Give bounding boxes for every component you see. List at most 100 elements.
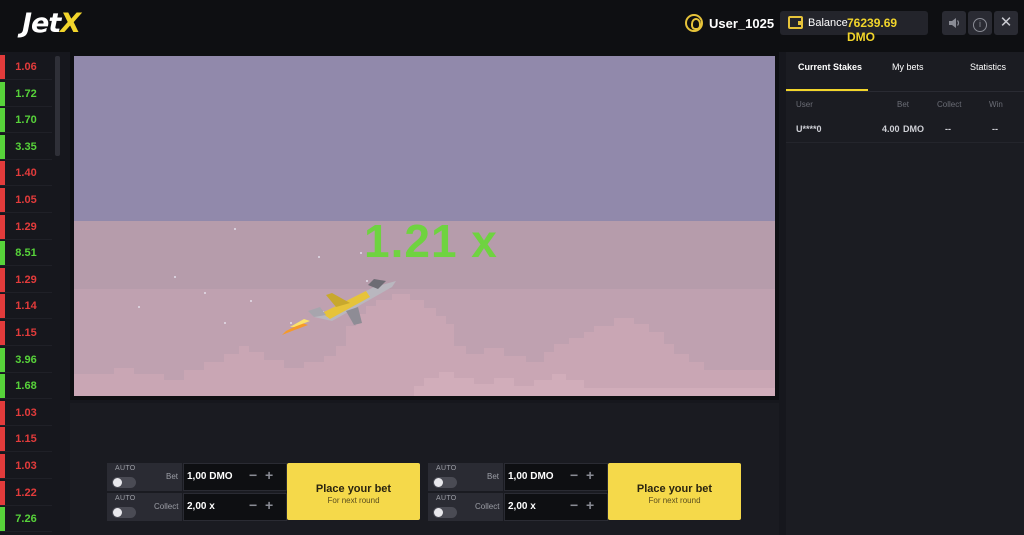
minus-icon[interactable]: − — [570, 497, 578, 513]
auto-bet-box: AUTO Bet — [428, 463, 503, 491]
logo-main: Jet — [22, 8, 61, 39]
row-bet: 4.00 — [882, 124, 900, 134]
row-user: U****0 — [796, 124, 822, 134]
close-button[interactable]: ✕ — [994, 11, 1018, 35]
bet-amount-field[interactable]: 1,00 DMO − + — [504, 463, 608, 491]
collect-row-1: AUTO Collect 2,00 x − + — [107, 493, 287, 521]
history-item: 1.29 — [0, 268, 52, 293]
place-bet-title: Place your bet — [315, 483, 392, 495]
bet-row-2: AUTO Bet 1,00 DMO − + — [428, 463, 608, 491]
collect-value: 2,00 x — [508, 501, 536, 512]
info-icon: i — [973, 18, 987, 32]
history-item: 1.05 — [0, 188, 52, 213]
auto-collect-box: AUTO Collect — [107, 493, 182, 521]
star — [318, 256, 320, 258]
multiplier-history: 1.06 1.72 1.70 3.35 1.40 1.05 1.29 8.51 1.29 1.14… — [0, 52, 62, 535]
column-user: User — [796, 100, 813, 109]
game-canvas: 1.21 x — [74, 56, 775, 396]
place-bet-subtitle: For next round — [648, 496, 701, 505]
header: JetX User_1025 Balance 76239.69 DMO i ✕ — [0, 0, 1024, 52]
history-item: 1.03 — [0, 454, 52, 479]
history-scrollbar[interactable] — [55, 56, 60, 156]
auto-collect-toggle[interactable] — [112, 507, 136, 518]
stakes-panel: Current Stakes My bets Statistics User B… — [786, 52, 1024, 535]
bet-amount-field[interactable]: 1,00 DMO − + — [183, 463, 287, 491]
auto-bet-toggle[interactable] — [433, 477, 457, 488]
sound-button[interactable] — [942, 11, 966, 35]
column-collect: Collect — [937, 100, 962, 109]
minus-icon[interactable]: − — [570, 467, 578, 483]
collect-label: Collect — [475, 502, 500, 511]
plus-icon[interactable]: + — [265, 467, 273, 483]
collect-field[interactable]: 2,00 x − + — [183, 493, 287, 521]
close-icon: ✕ — [999, 14, 1013, 31]
auto-bet-label: AUTO — [436, 465, 457, 472]
history-item: 1.72 — [0, 82, 52, 107]
sound-icon — [949, 18, 960, 28]
bet-amount-value: 1,00 DMO — [187, 471, 233, 482]
logo-accent: X — [60, 8, 81, 39]
star — [204, 292, 206, 294]
row-collect: -- — [945, 124, 951, 134]
bet-label: Bet — [166, 472, 179, 481]
auto-collect-label: AUTO — [436, 495, 457, 502]
history-item: 3.35 — [0, 135, 52, 160]
jetx-app: JetX User_1025 Balance 76239.69 DMO i ✕ … — [0, 0, 1024, 535]
auto-collect-box: AUTO Collect — [428, 493, 503, 521]
auto-bet-label: AUTO — [115, 465, 136, 472]
star — [234, 228, 236, 230]
balance-label: Balance — [808, 17, 848, 29]
collect-field[interactable]: 2,00 x − + — [504, 493, 608, 521]
current-multiplier: 1.21 x — [364, 215, 498, 267]
plus-icon[interactable]: + — [265, 497, 273, 513]
bet-label: Bet — [487, 472, 500, 481]
tab-statistics[interactable]: Statistics — [970, 62, 1006, 72]
auto-bet-box: AUTO Bet — [107, 463, 182, 491]
history-item: 1.70 — [0, 108, 52, 134]
column-win: Win — [989, 100, 1003, 109]
wallet-icon — [788, 16, 803, 29]
tab-divider — [786, 91, 1024, 92]
history-item: 3.96 — [0, 348, 52, 373]
column-bet: Bet — [897, 100, 910, 109]
bet-row-1: AUTO Bet 1,00 DMO − + — [107, 463, 287, 491]
history-item: 1.29 — [0, 215, 52, 240]
star — [138, 306, 140, 308]
history-item: 1.40 — [0, 161, 52, 187]
history-item: 1.14 — [0, 294, 52, 320]
minus-icon[interactable]: − — [249, 497, 257, 513]
auto-bet-toggle[interactable] — [112, 477, 136, 488]
star — [174, 276, 176, 278]
history-item: 7.26 — [0, 507, 52, 533]
row-divider — [786, 142, 1024, 143]
row-currency: DMO — [903, 124, 924, 134]
history-item: 1.15 — [0, 321, 52, 346]
info-button[interactable]: i — [968, 11, 992, 35]
star — [360, 252, 362, 254]
star — [224, 322, 226, 324]
tab-my-bets[interactable]: My bets — [892, 62, 924, 72]
auto-collect-toggle[interactable] — [433, 507, 457, 518]
star — [250, 300, 252, 302]
place-bet-button[interactable]: Place your bet For next round — [287, 463, 420, 520]
collect-row-2: AUTO Collect 2,00 x − + — [428, 493, 608, 521]
tab-current-stakes[interactable]: Current Stakes — [798, 62, 862, 72]
auto-collect-label: AUTO — [115, 495, 136, 502]
username: User_1025 — [709, 16, 775, 31]
row-win: -- — [992, 124, 998, 134]
plus-icon[interactable]: + — [586, 497, 594, 513]
minus-icon[interactable]: − — [249, 467, 257, 483]
logo: JetX — [22, 8, 81, 39]
place-bet-button[interactable]: Place your bet For next round — [608, 463, 741, 520]
history-item: 1.15 — [0, 427, 52, 453]
jet-icon — [282, 279, 396, 335]
history-item: 8.51 — [0, 241, 52, 267]
history-item: 1.68 — [0, 374, 52, 400]
collect-label: Collect — [154, 502, 179, 511]
place-bet-subtitle: For next round — [327, 496, 380, 505]
history-item: 1.03 — [0, 401, 52, 426]
history-item: 1.06 — [0, 55, 52, 80]
balance-box: Balance 76239.69 DMO — [780, 11, 928, 44]
user-icon — [685, 14, 703, 32]
plus-icon[interactable]: + — [586, 467, 594, 483]
